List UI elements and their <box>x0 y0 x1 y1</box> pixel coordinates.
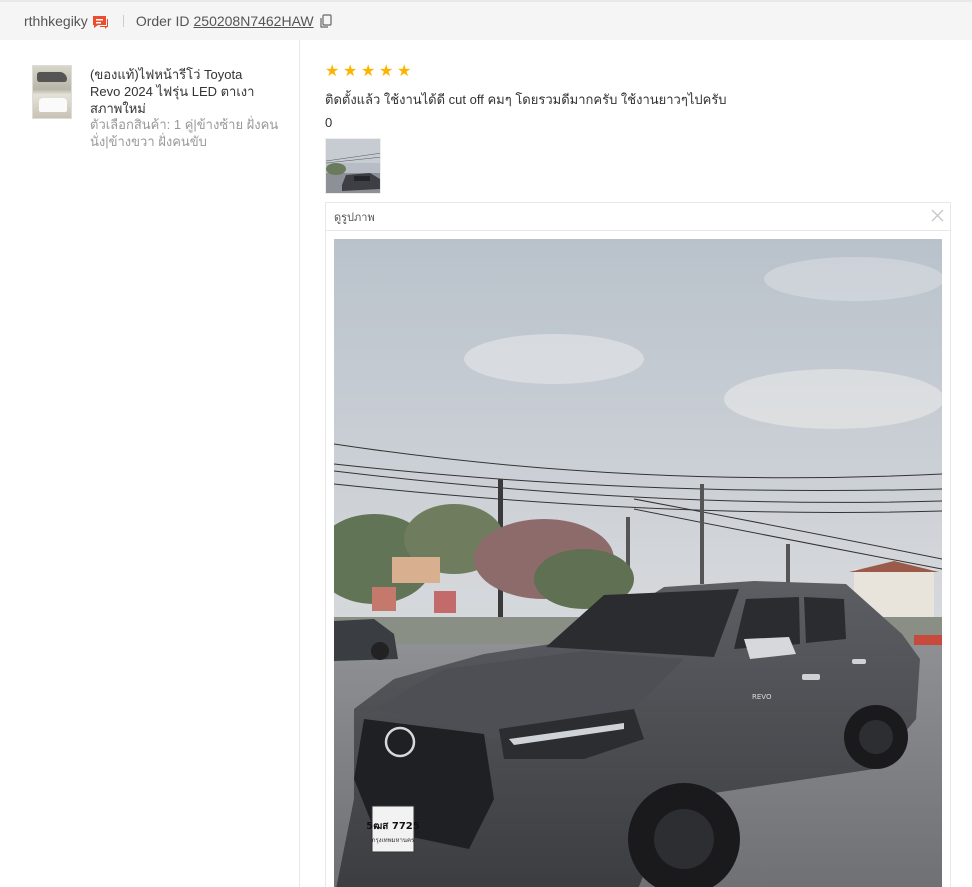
review-photo: 5ฒส 7725 กรุงเทพมหานคร REVO <box>334 239 942 887</box>
star-icon: ★ <box>325 63 340 80</box>
buyer-username: rthhkegiky <box>24 13 88 29</box>
close-icon[interactable] <box>931 209 944 222</box>
review-text: ติดตั้งแล้ว ใช้งานได้ดี cut off คมๆ โดยร… <box>325 92 727 107</box>
star-icon: ★ <box>361 63 376 80</box>
product-column: (ของแท้)ไฟหน้ารีโว่ Toyota Revo 2024 ไฟร… <box>0 40 300 887</box>
order-id-label: Order ID <box>135 13 190 29</box>
order-id-link[interactable]: 250208N7462HAW <box>194 13 314 29</box>
product-variant: ตัวเลือกสินค้า: 1 คู่|ข้างซ้าย ฝั่งคนนั่… <box>90 117 279 149</box>
like-count: 0 <box>325 115 333 130</box>
divider <box>122 15 124 27</box>
product-title[interactable]: (ของแท้)ไฟหน้ารีโว่ Toyota Revo 2024 ไฟร… <box>90 66 276 117</box>
star-icon: ★ <box>397 63 412 80</box>
image-viewer: ดูรูปภาพ 5ฒส 7725 กรุงเทพมหานคร REVO <box>325 202 951 887</box>
review-image-thumbnail[interactable] <box>325 138 381 194</box>
copy-icon[interactable] <box>320 14 332 28</box>
image-viewer-title: ดูรูปภาพ <box>334 211 375 224</box>
model-badge: REVO <box>752 693 772 701</box>
review-column: ★ ★ ★ ★ ★ ติดตั้งแล้ว ใช้งานได้ดี cut of… <box>301 40 972 887</box>
license-plate-text: 5ฒส 7725 <box>366 821 419 832</box>
order-header: rthhkegiky Order ID 250208N7462HAW <box>0 0 972 40</box>
license-plate-province: กรุงเทพมหานคร <box>372 837 415 844</box>
image-viewer-header: ดูรูปภาพ <box>326 203 950 231</box>
rating-stars: ★ ★ ★ ★ ★ <box>325 63 412 80</box>
chat-icon[interactable] <box>92 15 109 30</box>
star-icon: ★ <box>343 63 358 80</box>
product-thumbnail[interactable] <box>32 65 72 119</box>
star-icon: ★ <box>379 63 394 80</box>
